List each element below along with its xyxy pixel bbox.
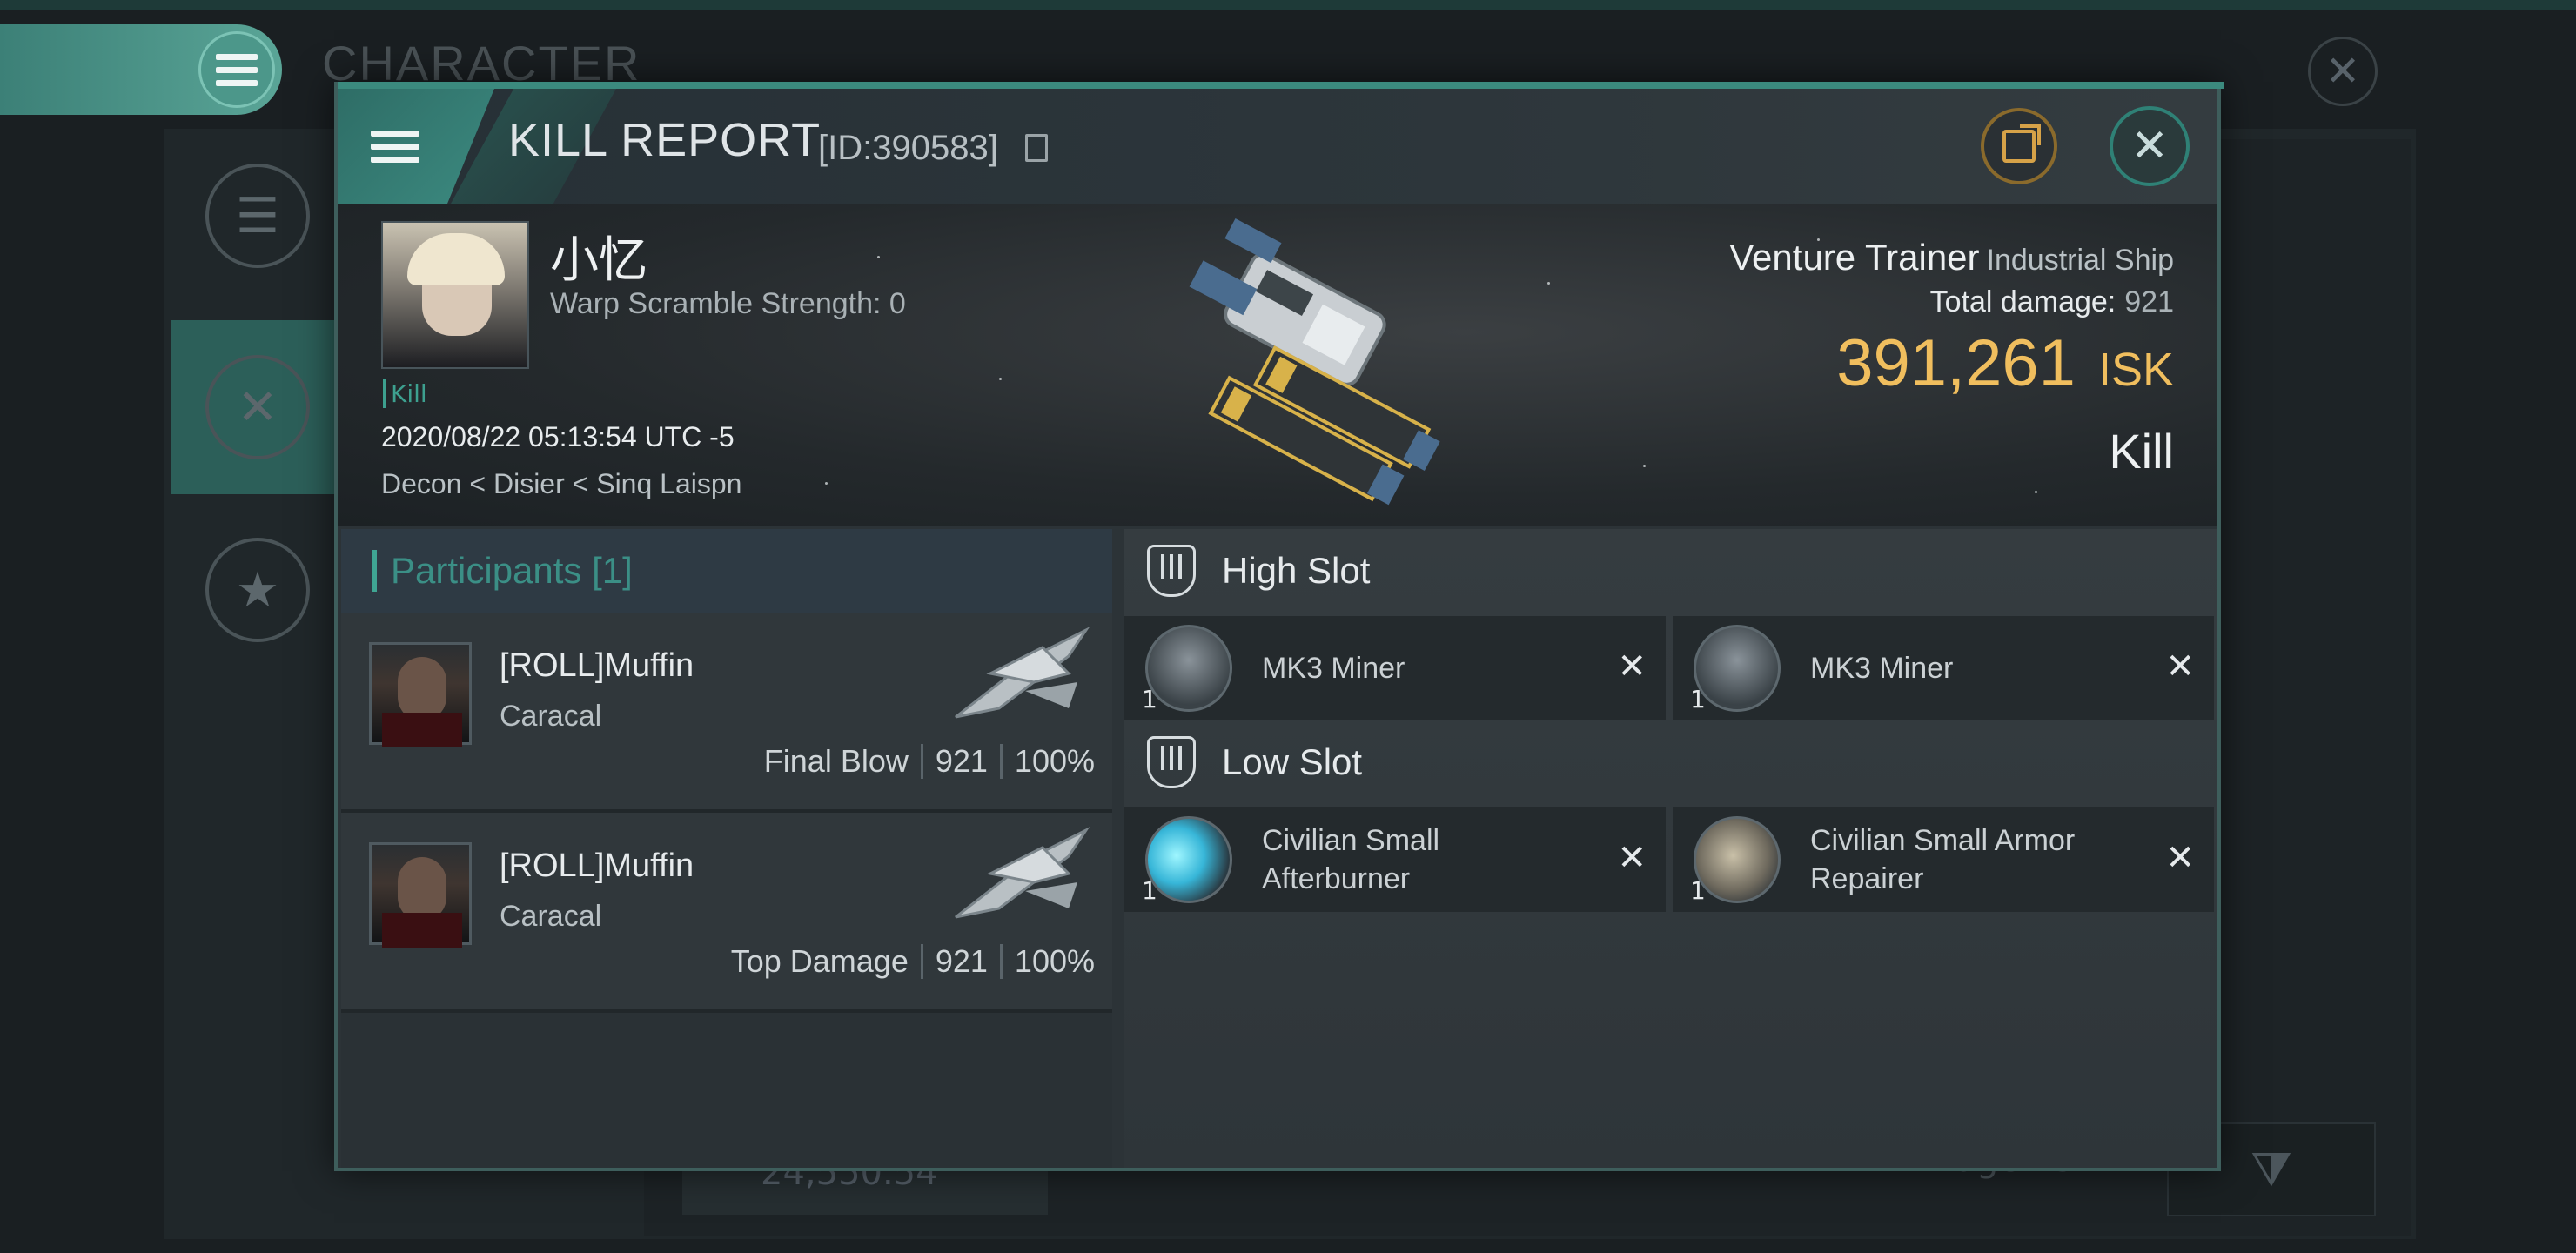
copy-icon[interactable] — [1025, 134, 1048, 162]
top-accent-line — [0, 0, 2576, 10]
module-item[interactable]: 1 MK3 Miner ✕ — [1124, 616, 1666, 720]
participant-ship-image — [955, 827, 1090, 919]
dialog-title: KILL REPORT — [508, 114, 822, 166]
high-slot-icon — [1147, 545, 1196, 597]
module-name: Civilian Small Armor Repairer — [1810, 823, 2076, 895]
module-name: Civilian Small Afterburner — [1262, 823, 1440, 895]
rail-item-list[interactable]: ☰ — [171, 129, 345, 303]
miner-icon — [1694, 625, 1781, 712]
rail-item-combat[interactable]: ✕ — [171, 320, 345, 494]
close-icon: ✕ — [1617, 838, 1647, 878]
module-quantity: 1 — [1690, 876, 1706, 905]
participant-ship: Caracal — [500, 900, 602, 933]
close-icon: ✕ — [2165, 838, 2195, 878]
participant-ship-image — [955, 626, 1090, 719]
participant-row[interactable]: [ROLL]Muffin Caracal Top Damage 921 100% — [341, 813, 1112, 1013]
background-close-button[interactable]: ✕ — [2308, 37, 2378, 106]
filter-icon: ⧩ — [2250, 1142, 2293, 1196]
background-side-rail: ☰ ✕ ★ — [171, 129, 345, 686]
participants-header[interactable]: Participants [1] — [341, 529, 1112, 613]
main-menu-button[interactable] — [0, 24, 282, 115]
fitting-panel: High Slot 1 MK3 Miner ✕ 1 MK3 Miner ✕ Lo… — [1124, 529, 2217, 1168]
external-link-icon — [2002, 124, 2041, 163]
kill-id: [ID:390583] — [818, 129, 998, 167]
participant-avatar[interactable] — [369, 642, 472, 747]
participant-row[interactable]: [ROLL]Muffin Caracal Final Blow 921 100% — [341, 613, 1112, 813]
participants-panel: Participants [1] [ROLL]Muffin Caracal Fi… — [341, 529, 1112, 1168]
isk-value: 391,261 ISK — [1836, 326, 2174, 400]
kill-location[interactable]: Decon < Disier < Sinq Laispn — [381, 468, 741, 500]
low-slot-icon — [1147, 736, 1196, 788]
kill-count-tag: Kill — [383, 379, 427, 408]
dialog-header: KILL REPORT [ID:390583] ✕ — [338, 89, 2217, 204]
victim-name[interactable]: 小忆 — [550, 221, 647, 291]
warp-scramble-strength: Warp Scramble Strength: 0 — [550, 287, 906, 320]
module-quantity: 1 — [1142, 685, 1157, 714]
total-damage: Total damage: 921 — [1929, 285, 2174, 318]
share-button[interactable] — [1981, 108, 2057, 184]
module-name: MK3 Miner — [1262, 651, 1405, 685]
module-item[interactable]: 1 MK3 Miner ✕ — [1673, 616, 2214, 720]
kill-result-label: Kill — [2109, 424, 2174, 479]
afterburner-icon — [1145, 816, 1232, 903]
participant-stats: Final Blow 921 100% — [763, 743, 1095, 779]
menu-icon — [198, 31, 275, 108]
participant-stats: Top Damage 921 100% — [730, 943, 1095, 979]
victim-ship-class: Industrial Ship — [1986, 244, 2174, 277]
low-slot-header: Low Slot — [1124, 720, 2217, 804]
participant-name: [ROLL]Muffin — [500, 848, 694, 884]
participant-ship: Caracal — [500, 700, 602, 733]
victim-ship[interactable]: Venture Trainer Industrial Ship — [1729, 237, 2174, 278]
close-button[interactable]: ✕ — [2110, 106, 2190, 186]
module-name: MK3 Miner — [1810, 651, 1954, 685]
miner-icon — [1145, 625, 1232, 712]
rail-item-medals[interactable]: ★ — [171, 503, 345, 677]
kill-report-dialog: KILL REPORT [ID:390583] ✕ 小忆 Warp Scramb… — [334, 82, 2224, 1171]
list-icon: ☰ — [205, 164, 310, 268]
module-quantity: 1 — [1142, 876, 1157, 905]
module-item[interactable]: 1 Civilian Small Armor Repairer ✕ — [1673, 807, 2214, 912]
victim-ship-image[interactable] — [1104, 216, 1504, 520]
victim-summary: 小忆 Warp Scramble Strength: 0 Kill 2020/0… — [338, 204, 2217, 526]
menu-icon — [371, 130, 419, 163]
close-icon: ✕ — [1617, 647, 1647, 687]
close-icon: ✕ — [2165, 647, 2195, 687]
crossed-swords-icon: ✕ — [205, 355, 310, 459]
victim-portrait[interactable] — [381, 221, 529, 369]
armor-repairer-icon — [1694, 816, 1781, 903]
participant-name: [ROLL]Muffin — [500, 647, 694, 684]
participant-avatar[interactable] — [369, 842, 472, 948]
kill-datetime: 2020/08/22 05:13:54 UTC -5 — [381, 421, 735, 452]
star-icon: ★ — [205, 538, 310, 642]
module-quantity: 1 — [1690, 685, 1706, 714]
high-slot-header: High Slot — [1124, 529, 2217, 613]
module-item[interactable]: 1 Civilian Small Afterburner ✕ — [1124, 807, 1666, 912]
